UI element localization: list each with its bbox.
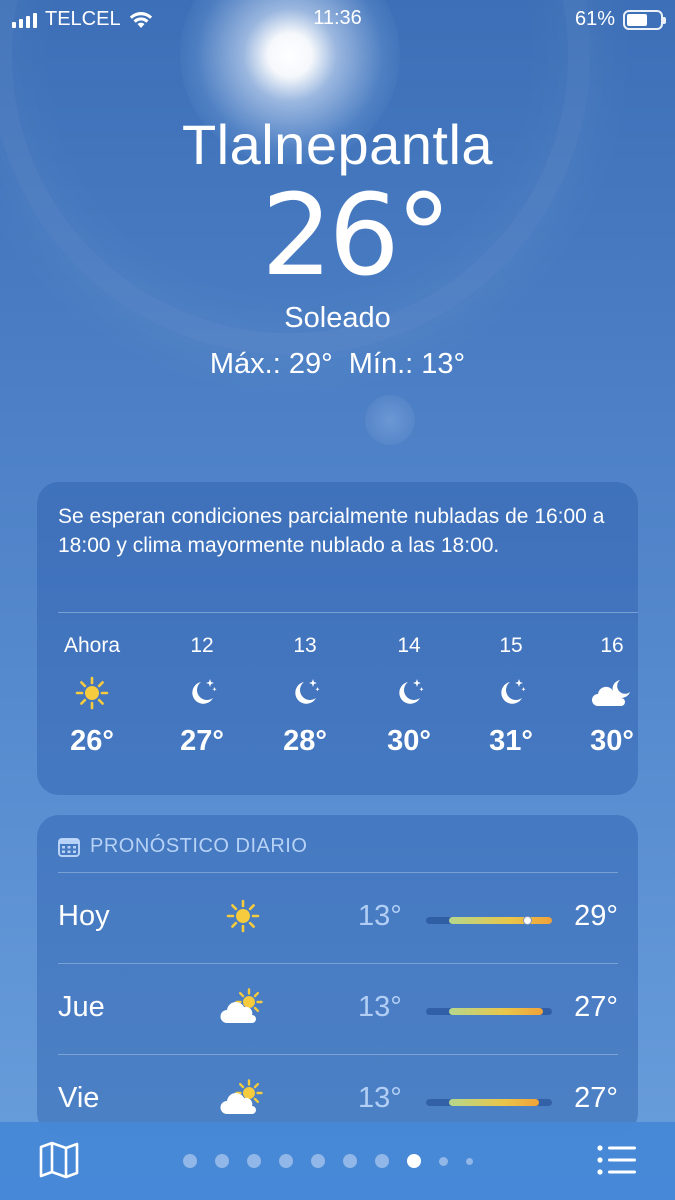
hour-item: 15 31° — [456, 634, 566, 758]
page-dot[interactable] — [183, 1154, 197, 1168]
divider — [58, 872, 618, 873]
high-temperature: 27° — [574, 991, 618, 1023]
current-temperature-dot — [522, 916, 532, 925]
temperature-range-bar — [426, 1099, 552, 1106]
divider — [58, 612, 638, 613]
temperature-range-bar — [426, 1008, 552, 1015]
clock: 11:36 — [313, 7, 362, 29]
low-temperature: 13° — [358, 1082, 402, 1114]
page-dot[interactable] — [466, 1157, 473, 1165]
page-dot[interactable] — [279, 1154, 293, 1168]
hour-temperature: 30° — [387, 725, 431, 757]
hour-temperature: 28° — [283, 725, 327, 757]
battery-icon — [623, 9, 666, 30]
map-icon[interactable] — [38, 1140, 80, 1180]
hour-item: Ahora 26° — [37, 634, 147, 758]
cloud-sun-icon — [218, 1076, 268, 1120]
forecast-summary: Se esperan condiciones parcialmente nubl… — [58, 505, 605, 557]
page-dot[interactable] — [343, 1154, 357, 1168]
hour-label: 16 — [600, 634, 624, 657]
hour-item: 12 27° — [147, 634, 257, 758]
sun-icon — [218, 894, 268, 938]
moon-stars-icon — [456, 669, 566, 717]
low-temperature: 13° — [358, 991, 402, 1023]
status-bar: TELCEL 11:36 61% — [0, 0, 675, 38]
high-temperature: 29° — [574, 900, 618, 932]
high-temperature: Máx.: 29° — [209, 348, 333, 380]
calendar-icon — [58, 837, 80, 857]
page-indicator[interactable] — [183, 1154, 473, 1168]
sun-icon — [37, 669, 147, 717]
hour-label: 15 — [499, 634, 523, 657]
daily-forecast-header: PRONÓSTICO DIARIO — [58, 835, 307, 858]
day-label: Jue — [58, 991, 105, 1023]
page-dot[interactable] — [215, 1154, 229, 1168]
divider — [58, 1054, 618, 1055]
hour-item: 16 30° — [557, 634, 667, 758]
daily-forecast-card[interactable]: PRONÓSTICO DIARIO Hoy 13° 29° Jue 13° 27° Vie… — [37, 815, 638, 1135]
page-dot[interactable] — [311, 1154, 325, 1168]
moon-stars-icon — [250, 669, 360, 717]
lens-flare — [365, 395, 415, 445]
hour-label: 14 — [397, 634, 421, 657]
city-name: Tlalnepantla — [181, 113, 494, 176]
list-icon[interactable] — [597, 1144, 637, 1176]
daily-row[interactable]: Jue 13° 27° — [58, 963, 618, 1053]
temperature-range-fill — [448, 917, 552, 924]
cloud-sun-icon — [218, 985, 268, 1029]
day-label: Hoy — [58, 900, 110, 932]
hour-temperature: 30° — [590, 725, 634, 757]
daily-row[interactable]: Hoy 13° 29° — [58, 872, 618, 962]
page-dot[interactable] — [247, 1154, 261, 1168]
temperature-range-fill — [448, 1099, 540, 1106]
hour-temperature: 26° — [70, 725, 114, 757]
hour-item: 14 30° — [354, 634, 464, 758]
hour-temperature: 31° — [489, 725, 533, 757]
low-temperature: 13° — [358, 900, 402, 932]
current-condition: Soleado — [284, 302, 391, 334]
temperature-range-fill — [448, 1008, 544, 1015]
page-dot[interactable] — [407, 1154, 421, 1168]
day-label: Vie — [58, 1082, 100, 1114]
page-dot[interactable] — [375, 1154, 389, 1168]
temperature-range-bar — [426, 916, 552, 925]
hour-label: 13 — [293, 634, 317, 657]
moon-stars-icon — [147, 669, 257, 717]
divider — [58, 963, 618, 964]
low-temperature: Mín.: 13° — [348, 348, 466, 380]
hour-item: 13 28° — [250, 634, 360, 758]
daily-forecast-title: PRONÓSTICO DIARIO — [90, 835, 308, 857]
hour-label: 12 — [190, 634, 214, 657]
bottom-toolbar — [0, 1122, 675, 1200]
page-dot[interactable] — [439, 1156, 448, 1166]
high-low: Máx.: 29° Mín.: 13° — [0, 348, 675, 381]
hour-temperature: 27° — [180, 725, 224, 757]
high-temperature: 27° — [574, 1082, 618, 1114]
moon-stars-icon — [354, 669, 464, 717]
current-temperature: 26° — [261, 171, 452, 301]
battery-percent: 61% — [574, 8, 615, 30]
cloud-moon-icon — [557, 669, 667, 717]
hourly-forecast-card[interactable]: Se esperan condiciones parcialmente nubl… — [37, 482, 638, 795]
hour-label: Ahora — [63, 634, 121, 657]
hourly-list[interactable]: Ahora 26° 12 27° 13 28° 14 30° 15 31° 16 30° — [37, 634, 638, 774]
